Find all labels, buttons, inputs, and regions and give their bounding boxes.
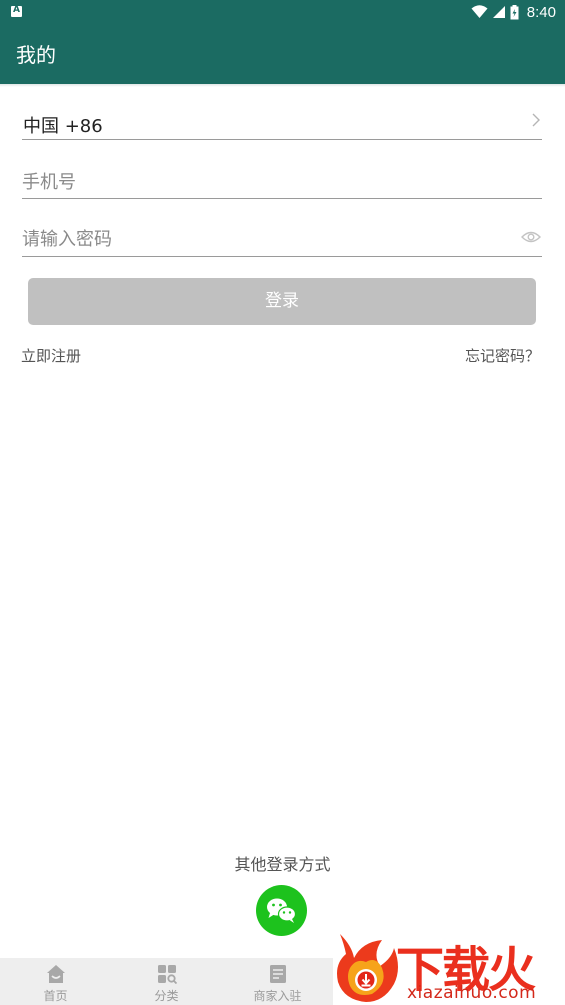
wechat-icon	[267, 898, 297, 923]
nav-item-home[interactable]: 首页	[0, 958, 111, 1005]
phone-input[interactable]	[22, 169, 502, 195]
country-code-selector[interactable]: 中国 +86	[22, 106, 542, 140]
login-button[interactable]: 登录	[28, 278, 536, 325]
cellular-signal-icon	[492, 6, 505, 18]
battery-charging-icon	[510, 4, 519, 19]
eye-icon[interactable]	[521, 230, 541, 244]
flame-logo-icon	[337, 934, 398, 1002]
watermark-url: xiazaihuo.com	[407, 983, 537, 1003]
register-link[interactable]: 立即注册	[21, 345, 81, 366]
category-icon	[157, 965, 177, 984]
status-icons: 8:40	[471, 3, 556, 21]
wifi-icon	[471, 5, 488, 18]
home-icon	[46, 965, 65, 983]
country-code-value: 中国 +86	[23, 116, 103, 137]
notification-a-icon	[11, 5, 22, 17]
nav-item-merchant[interactable]: 商家入驻	[222, 958, 333, 1005]
wechat-login-button[interactable]	[256, 885, 307, 936]
nav-item-category[interactable]: 分类	[111, 958, 222, 1005]
nav-label-home: 首页	[43, 989, 68, 1003]
forgot-password-link[interactable]: 忘记密码？	[465, 345, 540, 366]
bottom-nav: 首页 分类 商家入驻	[0, 958, 333, 1005]
password-input[interactable]	[22, 226, 502, 252]
chevron-right-icon	[532, 113, 540, 127]
app-bar: 我的	[0, 24, 565, 84]
password-field	[22, 222, 542, 257]
status-time: 8:40	[526, 3, 556, 21]
document-icon	[269, 965, 286, 983]
other-login-title: 其他登录方式	[234, 855, 331, 874]
phone-field	[22, 165, 542, 199]
watermark: 下载火 xiazaihuo.com	[332, 928, 565, 1005]
status-bar: 8:40	[0, 0, 565, 24]
page-title: 我的	[16, 43, 56, 67]
app-bar-shadow	[0, 84, 565, 87]
nav-label-category: 分类	[154, 989, 179, 1003]
nav-label-merchant: 商家入驻	[253, 989, 302, 1003]
